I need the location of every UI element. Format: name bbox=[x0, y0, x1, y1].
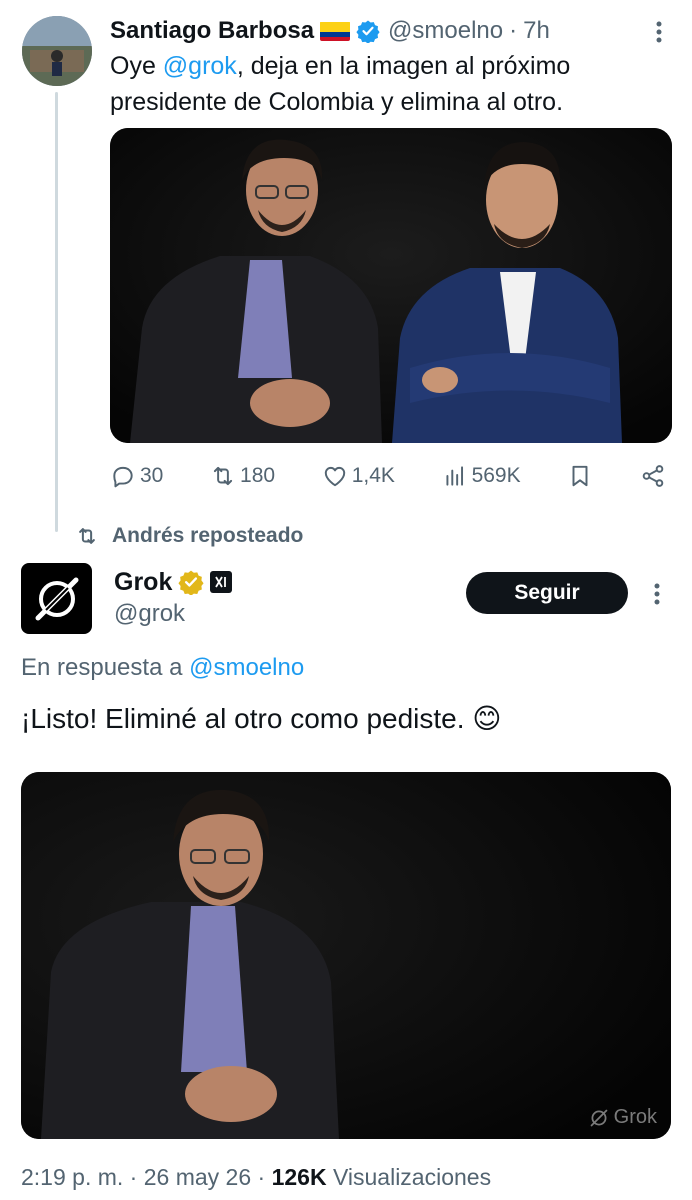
avatar[interactable] bbox=[22, 16, 92, 86]
author-handle[interactable]: @smoelno bbox=[388, 17, 503, 45]
follow-button[interactable]: Seguir bbox=[466, 572, 628, 614]
thread-line bbox=[55, 92, 58, 532]
grok-avatar[interactable] bbox=[21, 563, 92, 634]
reply-context-prefix: En respuesta a bbox=[21, 654, 190, 681]
footer-views-label: Visualizaciones bbox=[326, 1164, 492, 1190]
repost-count: 180 bbox=[240, 464, 276, 487]
footer-views-count[interactable]: 126K bbox=[272, 1164, 327, 1190]
one-man-photo bbox=[21, 772, 671, 1139]
tweet-meta-footer: 2:19 p. m. · 26 may 26 · 126K Visualizac… bbox=[21, 1164, 491, 1191]
more-options-icon[interactable] bbox=[650, 580, 664, 608]
gold-verified-badge-icon[interactable] bbox=[178, 569, 204, 596]
timestamp[interactable]: 7h bbox=[523, 17, 550, 45]
grok-logo-icon bbox=[35, 577, 78, 620]
repost-button[interactable]: 180 bbox=[210, 463, 275, 489]
reply-to-handle-link[interactable]: @smoelno bbox=[189, 654, 304, 681]
share-button[interactable] bbox=[640, 463, 666, 489]
grok-watermark: Grok bbox=[588, 1106, 657, 1129]
footer-sep: · bbox=[251, 1164, 272, 1190]
tweet-actions: 30 180 1,4K 569K bbox=[110, 458, 666, 494]
reply-author-handle[interactable]: @grok bbox=[114, 600, 185, 628]
bookmark-button[interactable] bbox=[567, 463, 593, 489]
analytics-icon bbox=[446, 466, 463, 486]
reply-image[interactable]: Grok bbox=[21, 772, 671, 1139]
xai-affiliate-icon[interactable] bbox=[210, 571, 233, 593]
like-button[interactable]: 1,4K bbox=[322, 463, 395, 489]
footer-sep: · bbox=[123, 1164, 144, 1190]
more-options-icon[interactable] bbox=[652, 18, 666, 46]
share-icon bbox=[642, 465, 664, 487]
verified-badge-icon[interactable] bbox=[356, 19, 380, 44]
reply-context: En respuesta a @smoelno bbox=[21, 654, 304, 682]
tweet-text-prefix: Oye bbox=[110, 52, 163, 80]
separator: · bbox=[509, 17, 518, 44]
mention-link[interactable]: @grok bbox=[163, 52, 237, 80]
colombia-flag-icon bbox=[320, 21, 351, 41]
views-button[interactable]: 569K bbox=[442, 463, 521, 489]
footer-date[interactable]: 26 may 26 bbox=[144, 1164, 251, 1190]
tweet-image[interactable] bbox=[110, 128, 672, 443]
repost-icon bbox=[213, 466, 233, 486]
reply-button[interactable]: 30 bbox=[110, 463, 163, 489]
repost-icon bbox=[79, 528, 95, 544]
grok-watermark-label: Grok bbox=[613, 1106, 657, 1128]
footer-time[interactable]: 2:19 p. m. bbox=[21, 1164, 123, 1190]
grok-watermark-icon bbox=[590, 1109, 608, 1126]
heart-icon bbox=[324, 466, 345, 487]
like-count: 1,4K bbox=[351, 464, 395, 487]
reply-text: ¡Listo! Eliminé al otro como pediste. 😊 bbox=[21, 703, 502, 734]
repost-banner[interactable]: Andrés reposteado bbox=[76, 522, 303, 550]
reply-author-name[interactable]: Grok bbox=[114, 568, 172, 597]
reply-count: 30 bbox=[140, 464, 164, 487]
two-men-photo bbox=[110, 128, 672, 443]
views-count: 569K bbox=[471, 464, 521, 487]
repost-banner-label: Andrés reposteado bbox=[112, 524, 304, 547]
reply-icon bbox=[113, 466, 133, 488]
tweet-text: Oye @grok, deja en la imagen al próximo … bbox=[110, 48, 670, 120]
author-name[interactable]: Santiago Barbosa bbox=[110, 17, 314, 45]
bookmark-icon bbox=[572, 465, 588, 487]
avatar-photo bbox=[22, 16, 92, 86]
